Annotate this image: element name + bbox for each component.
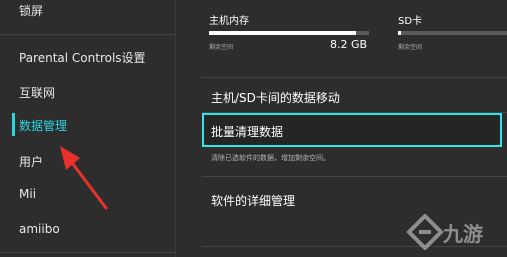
watermark-text: 九游 xyxy=(443,222,483,246)
jiuyou-logo-icon xyxy=(406,214,444,250)
